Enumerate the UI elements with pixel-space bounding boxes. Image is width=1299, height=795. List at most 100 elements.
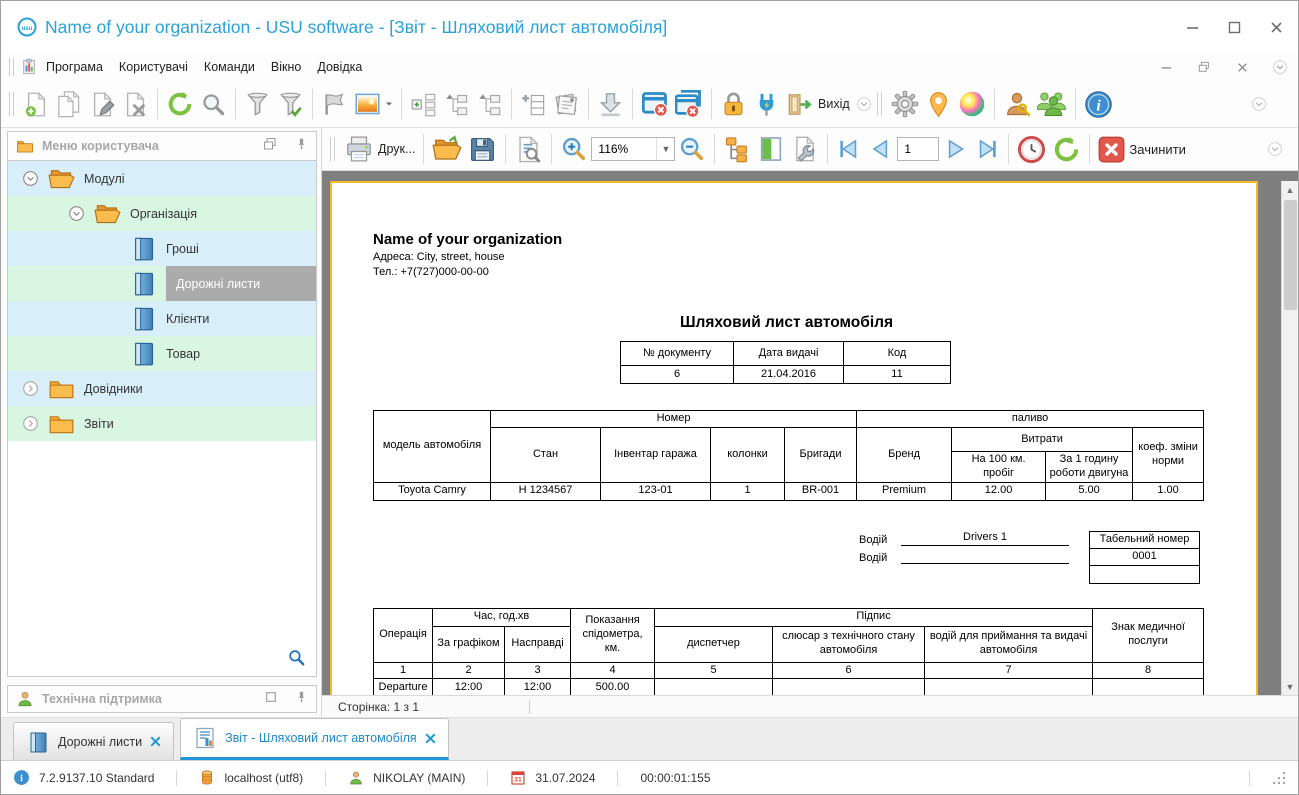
report-structure-button[interactable] (720, 133, 754, 165)
report-toolbar-overflow-chevron-icon[interactable] (1264, 139, 1286, 159)
child-restore-button[interactable] (1196, 59, 1212, 75)
users-group-button[interactable] (1034, 88, 1070, 120)
search-button[interactable] (197, 89, 230, 120)
zoom-level-combo[interactable]: ▼ (591, 137, 675, 161)
info-button[interactable]: i (1081, 88, 1116, 121)
tab-dorozhni-lysty[interactable]: Дорожні листи (13, 722, 174, 760)
zoom-out-button[interactable] (675, 133, 709, 165)
menu-komandy[interactable]: Команди (196, 56, 263, 78)
flag-button[interactable] (318, 89, 351, 120)
tree-item-orhanizatsiia[interactable]: Організація (8, 196, 316, 231)
next-page-button[interactable] (939, 134, 971, 164)
toolbar-grip-2[interactable] (877, 92, 882, 116)
settings-gear-button[interactable] (888, 88, 922, 120)
expand-tree-button[interactable] (473, 89, 506, 120)
filter-button[interactable] (241, 89, 274, 120)
scrollbar-thumb[interactable] (1284, 200, 1297, 310)
expander-down-icon[interactable] (68, 205, 85, 222)
menu-vikno[interactable]: Вікно (263, 56, 309, 78)
zoom-level-input[interactable] (592, 139, 656, 159)
tree-item-hroshi[interactable]: Гроші (8, 231, 316, 266)
save-button[interactable] (465, 133, 500, 166)
tree-settings-button[interactable] (407, 89, 440, 120)
tab-zvit-shliakhovyi-lyst[interactable]: Звіт - Шляховий лист автомобіля (180, 718, 449, 760)
close-report-button[interactable]: Зачинити (1095, 134, 1189, 165)
last-page-button[interactable] (971, 134, 1003, 164)
menubar-grip[interactable] (9, 58, 14, 76)
add-row-button[interactable] (517, 89, 550, 120)
tab-close-icon[interactable] (425, 733, 436, 744)
menu-programa[interactable]: Програма (38, 56, 111, 78)
book-icon (130, 340, 157, 367)
panel-float-button[interactable] (263, 137, 277, 156)
tree-item-kliienty[interactable]: Клієнти (8, 301, 316, 336)
print-button[interactable]: Друк... (341, 132, 418, 166)
panel-pin-button[interactable] (295, 137, 308, 156)
user-menu-panel-header: Меню користувача (7, 131, 317, 161)
color-palette-button[interactable] (955, 88, 989, 120)
menubar-overflow-chevron-icon[interactable] (1272, 59, 1288, 75)
menu-dovidka[interactable]: Довідка (309, 56, 370, 78)
maximize-button[interactable] (1226, 19, 1242, 35)
zoom-in-button[interactable] (557, 133, 591, 165)
time-clock-button[interactable] (1014, 133, 1049, 166)
filter-apply-button[interactable] (274, 89, 307, 120)
report-toolbar-grip[interactable] (330, 137, 335, 161)
child-minimize-button[interactable] (1158, 59, 1174, 75)
first-page-button[interactable] (833, 134, 865, 164)
collapse-tree-button[interactable] (440, 89, 473, 120)
support-panel-header[interactable]: Технічна підтримка (7, 685, 317, 713)
report-vertical-scrollbar[interactable]: ▲ ▼ (1281, 181, 1298, 695)
location-pin-button[interactable] (922, 89, 955, 120)
new-document-button[interactable] (20, 89, 53, 120)
menu-korystuvachi[interactable]: Користувачі (111, 56, 196, 78)
copy-document-button[interactable] (53, 89, 86, 120)
notes-button[interactable] (550, 89, 583, 120)
sidebar: Меню користувача Модулі Організація Гр (1, 128, 322, 717)
tree-item-moduli[interactable]: Модулі (8, 161, 316, 196)
main-toolbar-overflow-chevron-icon[interactable] (1248, 94, 1270, 114)
page-color-button[interactable] (754, 133, 788, 165)
exit-button[interactable]: Вихід (783, 89, 853, 120)
resize-grip-icon[interactable] (1272, 771, 1286, 785)
svg-text:i: i (20, 773, 23, 784)
scroll-down-arrow-icon[interactable]: ▼ (1282, 678, 1298, 695)
tree-item-zvity[interactable]: Звіти (8, 406, 316, 441)
close-button[interactable] (1268, 19, 1284, 35)
user-permissions-button[interactable] (1000, 88, 1034, 120)
download-button[interactable] (594, 89, 627, 120)
vehicle-table: модель автомобіля Номер паливо Стан Інве… (373, 410, 1204, 501)
group-overflow-chevron-icon[interactable] (853, 94, 875, 114)
refresh-report-button[interactable] (1049, 133, 1084, 166)
tab-close-icon[interactable] (150, 736, 161, 747)
expander-down-icon[interactable] (22, 170, 39, 187)
edit-document-button[interactable] (86, 89, 119, 120)
child-close-button[interactable] (1234, 59, 1250, 75)
zoom-combo-arrow-icon[interactable]: ▼ (656, 138, 674, 160)
tree-item-tovar[interactable]: Товар (8, 336, 316, 371)
open-file-button[interactable] (429, 132, 465, 166)
expander-right-icon[interactable] (22, 380, 39, 397)
lock-button[interactable] (717, 89, 750, 120)
support-pin-button[interactable] (295, 690, 308, 709)
close-all-windows-button[interactable] (672, 88, 706, 120)
page-number-input[interactable] (897, 137, 939, 161)
tree-item-dovidnyky[interactable]: Довідники (8, 371, 316, 406)
minimize-button[interactable] (1184, 19, 1200, 35)
prev-page-button[interactable] (865, 134, 897, 164)
menu-bar: Програма Користувачі Команди Вікно Довід… (1, 53, 1298, 81)
expander-right-icon[interactable] (22, 415, 39, 432)
page-setup-button[interactable] (788, 133, 822, 165)
toolbar-grip[interactable] (9, 92, 14, 116)
driver-section: Водій Drivers 1 Водій Табельний номер (373, 531, 1200, 584)
tree-search-button[interactable] (287, 648, 306, 672)
delete-document-button[interactable] (119, 89, 152, 120)
document-preview-button[interactable] (511, 133, 546, 166)
scroll-up-arrow-icon[interactable]: ▲ (1282, 181, 1298, 198)
refresh-button[interactable] (163, 88, 197, 120)
support-restore-button[interactable] (265, 690, 277, 708)
image-preview-button[interactable] (351, 89, 396, 120)
tree-item-dorozhni-lysty-selected[interactable]: Дорожні листи (8, 266, 316, 301)
close-window-button[interactable] (638, 88, 672, 120)
connection-plug-button[interactable] (750, 89, 783, 120)
